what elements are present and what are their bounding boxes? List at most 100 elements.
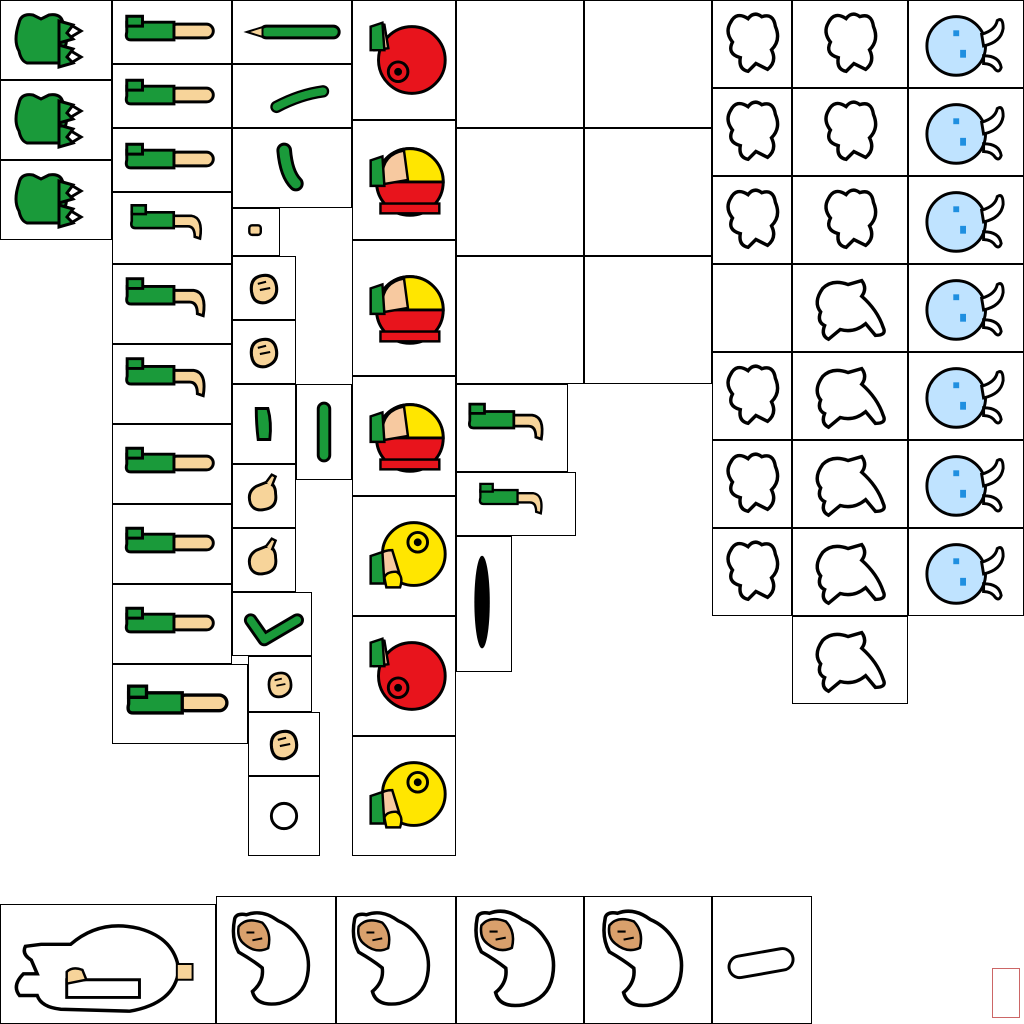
bean-sprite <box>232 384 296 464</box>
small-skin-square-icon <box>248 224 262 237</box>
white-bird-outline-icon <box>793 265 907 351</box>
bird-sprite <box>792 440 908 528</box>
head-sprite <box>352 240 456 376</box>
yellow-helmet-head-icon <box>353 497 455 615</box>
ghost-sprite <box>908 0 1024 88</box>
bent-leg-sprite <box>456 472 576 536</box>
pill-sprite <box>712 896 812 1024</box>
blob-sprite <box>792 176 908 264</box>
leg-sprite <box>112 264 232 344</box>
big-blob-sprite <box>0 904 216 1024</box>
ghost-sprite <box>908 440 1024 528</box>
hand-sprite <box>248 656 312 712</box>
red-yellow-helmet-head-icon <box>353 241 455 375</box>
face-in-white-blob-icon <box>457 897 583 1023</box>
bird-sprite <box>792 616 908 704</box>
head-sprite <box>352 0 456 120</box>
arm-sprite <box>232 0 352 64</box>
white-blob-outline-icon <box>713 1 791 87</box>
arm-curve-icon <box>233 129 351 207</box>
ellipse-sprite <box>456 536 512 672</box>
circle-outline-icon <box>249 777 319 855</box>
hand-icon <box>249 657 311 711</box>
head-sprite <box>352 376 456 496</box>
leg-sprite <box>112 504 232 584</box>
yellow-red-helmet-head-icon <box>353 377 455 495</box>
blob-sprite <box>712 0 792 88</box>
leg-sprite <box>112 64 232 128</box>
blue-ghost-icon <box>909 89 1023 175</box>
blob-sprite <box>712 528 792 616</box>
blue-ghost-icon <box>909 529 1023 615</box>
v-shape-arm-icon <box>233 593 311 655</box>
stick-sprite <box>296 384 352 480</box>
empty-cell <box>712 264 792 352</box>
empty-cell <box>584 128 712 256</box>
blue-ghost-icon <box>909 353 1023 439</box>
leg-straight-icon <box>113 585 231 663</box>
red-helmet-head-icon <box>353 1 455 119</box>
face-in-white-blob-icon <box>337 897 455 1023</box>
bird-sprite <box>792 264 908 352</box>
arm-sprite <box>232 128 352 208</box>
signature-stamp <box>992 968 1020 1018</box>
green-vest-sprite-3 <box>0 160 112 240</box>
head-sprite <box>352 496 456 616</box>
arm-diagonal-icon <box>233 65 351 127</box>
head-sprite <box>352 736 456 856</box>
hand-sprite <box>232 320 296 384</box>
empty-cell <box>456 128 584 256</box>
blue-ghost-icon <box>909 1 1023 87</box>
green-vest-icon <box>1 81 111 159</box>
bent-leg-icon <box>457 473 575 535</box>
blob-sprite <box>792 0 908 88</box>
leg-straight-icon <box>113 505 231 583</box>
blue-ghost-icon <box>909 265 1023 351</box>
hand-sprite <box>232 464 296 528</box>
white-blob-outline-icon <box>713 353 791 439</box>
bent-leg-icon <box>113 345 231 423</box>
empty-cell <box>584 256 712 384</box>
white-bird-outline-icon <box>793 529 907 615</box>
bent-leg-icon <box>113 193 231 263</box>
hand-sprite <box>232 528 296 592</box>
yellow-helmet-head-icon <box>353 737 455 855</box>
green-vest-sprite-1 <box>0 0 112 80</box>
bent-leg-icon <box>113 265 231 343</box>
face-blob-sprite <box>216 896 336 1024</box>
hand-sprite <box>248 712 320 776</box>
bent-leg-icon <box>457 385 567 471</box>
blue-ghost-icon <box>909 177 1023 263</box>
leg-straight-icon <box>113 129 231 191</box>
ghost-sprite <box>908 528 1024 616</box>
arm-thin-icon <box>233 1 351 63</box>
white-bird-outline-icon <box>793 617 907 703</box>
white-blob-outline-icon <box>713 89 791 175</box>
leg-sprite <box>112 584 232 664</box>
black-ellipse-icon <box>457 537 511 671</box>
ghost-sprite <box>908 264 1024 352</box>
ring-sprite <box>248 776 320 856</box>
empty-cell <box>584 0 712 128</box>
leg-straight-icon <box>113 665 247 743</box>
leg-straight-icon <box>113 1 231 63</box>
ghost-sprite <box>908 176 1024 264</box>
white-blob-big-icon <box>1 905 215 1023</box>
face-blob-sprite <box>584 896 712 1024</box>
ghost-sprite <box>908 352 1024 440</box>
leg-straight-icon <box>113 425 231 503</box>
blob-sprite <box>712 440 792 528</box>
white-bird-outline-icon <box>793 441 907 527</box>
white-blob-outline-icon <box>713 529 791 615</box>
blue-ghost-icon <box>909 441 1023 527</box>
red-helmet-head-icon <box>353 617 455 735</box>
white-bird-outline-icon <box>793 353 907 439</box>
red-yellow-helmet-head-icon <box>353 121 455 239</box>
hand-icon <box>233 321 295 383</box>
bird-sprite <box>792 528 908 616</box>
leg-straight-icon <box>113 65 231 127</box>
pointing-hand-icon <box>233 465 295 527</box>
empty-cell <box>456 0 584 128</box>
face-in-white-blob-icon <box>585 897 711 1023</box>
leg-sprite <box>112 0 232 64</box>
